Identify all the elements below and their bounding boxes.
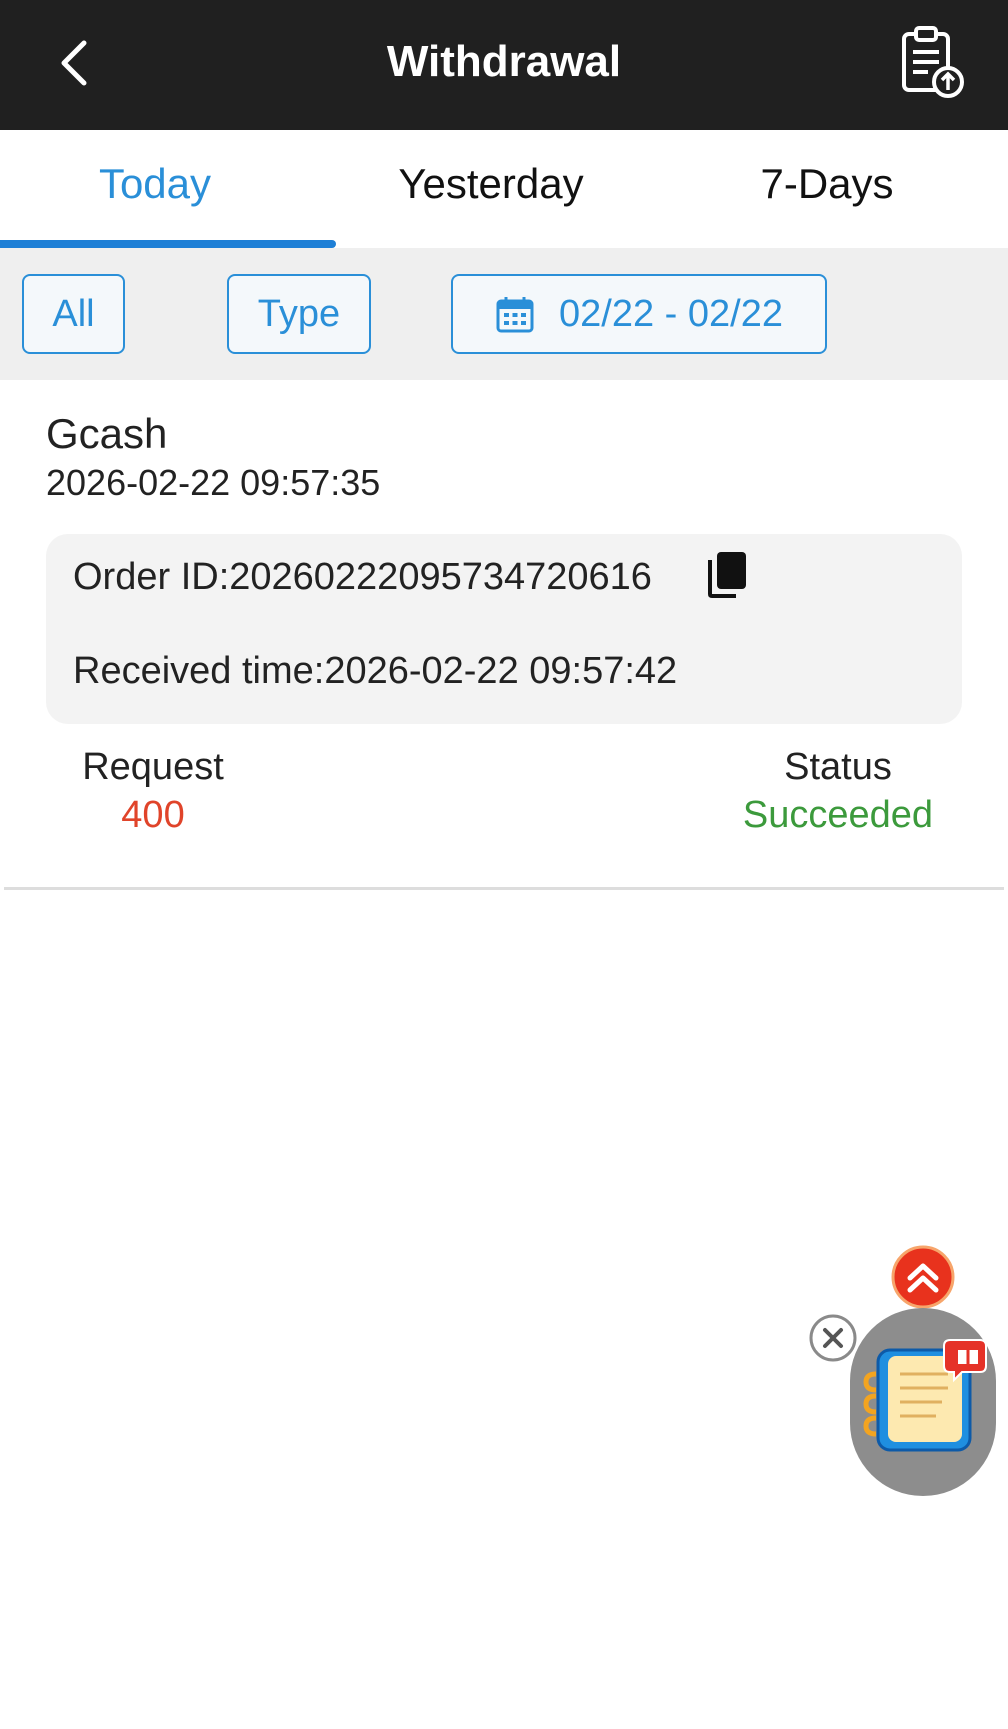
status-value: Succeeded	[742, 794, 934, 836]
record-timestamp: 2026-02-22 09:57:35	[46, 462, 381, 503]
copy-icon	[708, 552, 746, 598]
tab-yesterday[interactable]: Yesterday	[336, 130, 646, 248]
order-id: Order ID:20260222095734720616	[73, 556, 652, 598]
close-icon	[809, 1314, 857, 1362]
tab-7-days[interactable]: 7-Days	[672, 130, 982, 248]
tab-today[interactable]: Today	[0, 130, 310, 248]
scroll-to-top-button[interactable]	[891, 1245, 955, 1309]
date-range-label: 02/22 - 02/22	[559, 292, 783, 335]
date-tabs: Today Yesterday 7-Days	[0, 130, 1008, 248]
filter-bar: All Type 02/22 - 02/22	[0, 248, 1008, 380]
report-button[interactable]	[896, 24, 968, 104]
calendar-icon	[496, 297, 534, 333]
request-label: Request	[82, 746, 224, 788]
order-details-box: Order ID:20260222095734720616 Received t…	[46, 534, 962, 724]
double-chevron-up-icon	[891, 1245, 955, 1309]
active-tab-indicator	[0, 240, 336, 248]
header-bar: Withdrawal	[0, 0, 1008, 130]
filter-type-button[interactable]: Type	[227, 274, 371, 354]
payment-method: Gcash	[46, 410, 168, 457]
page-title: Withdrawal	[386, 37, 622, 86]
request-amount: 400	[121, 794, 185, 836]
divider	[4, 887, 1004, 890]
status-label: Status	[784, 746, 892, 788]
close-widget-button[interactable]	[808, 1313, 858, 1363]
floating-promo-widget[interactable]	[850, 1308, 996, 1496]
gift-notebook-icon	[863, 1339, 987, 1452]
date-range-button[interactable]: 02/22 - 02/22	[451, 274, 827, 354]
copy-order-id-button[interactable]	[706, 550, 750, 600]
received-time: Received time:2026-02-22 09:57:42	[73, 650, 678, 692]
filter-all-button[interactable]: All	[22, 274, 125, 354]
clipboard-upload-icon	[902, 26, 964, 98]
